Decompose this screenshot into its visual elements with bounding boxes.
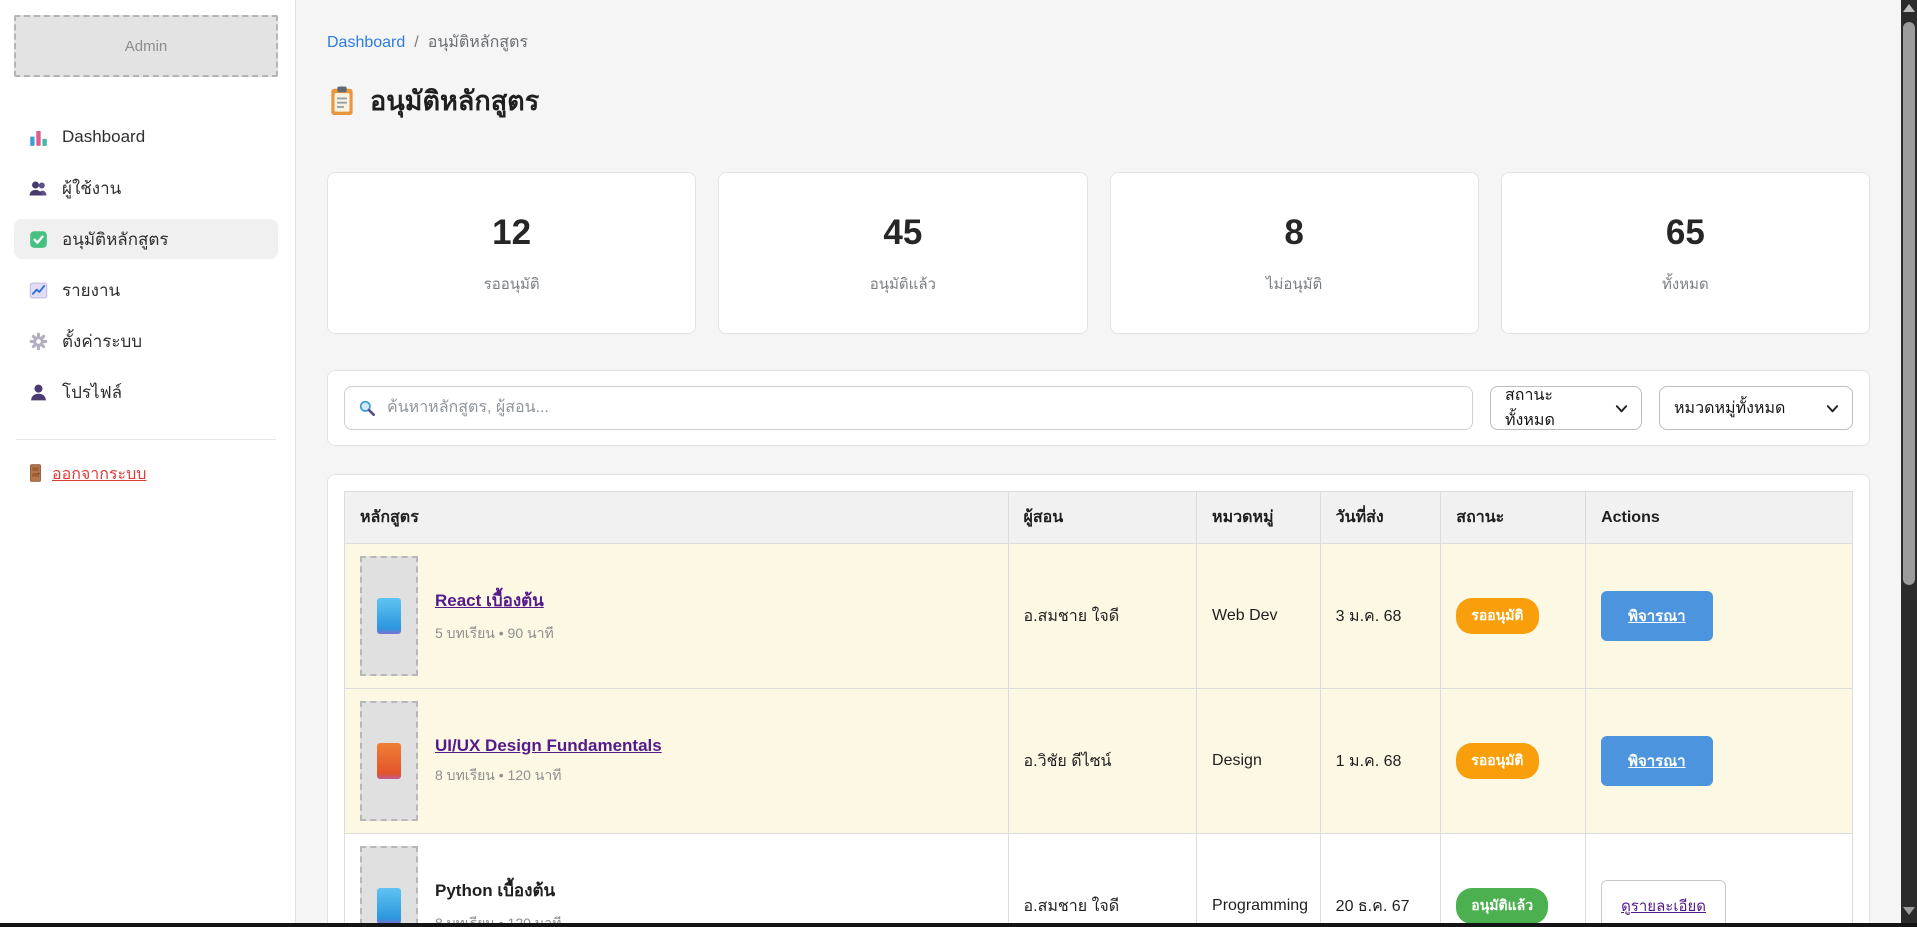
- stat-label: ไม่อนุมัติ: [1266, 272, 1322, 296]
- stat-value: 8: [1284, 215, 1303, 250]
- course-meta: 8 บทเรียน • 120 นาที: [435, 765, 662, 787]
- approve-check-icon: [28, 229, 49, 250]
- col-header-category: หมวดหมู่: [1197, 492, 1321, 544]
- category-cell: Web Dev: [1197, 544, 1321, 689]
- logout-label: ออกจากระบบ: [52, 466, 146, 483]
- sidebar-item-label: อนุมัติหลักสูตร: [62, 226, 169, 253]
- table-row-react: React เบื้องต้น 5 บทเรียน • 90 นาที อ.สม…: [345, 544, 1853, 689]
- breadcrumb-separator: /: [414, 34, 418, 51]
- instructor-cell: อ.สมชาย ใจดี: [1008, 834, 1197, 927]
- col-header-instructor: ผู้สอน: [1008, 492, 1197, 544]
- sidebar-item-label: ตั้งค่าระบบ: [62, 328, 142, 355]
- scrollbar-down-arrow-icon[interactable]: [1903, 907, 1915, 915]
- table-row-uiux: UI/UX Design Fundamentals 8 บทเรียน • 12…: [345, 689, 1853, 834]
- logout-link[interactable]: ออกจากระบบ: [28, 462, 146, 487]
- col-header-actions: Actions: [1586, 492, 1853, 544]
- category-filter-value: หมวดหมู่ทั้งหมด: [1674, 396, 1785, 421]
- course-thumbnail: [360, 846, 418, 927]
- sidebar-item-course-approval[interactable]: อนุมัติหลักสูตร: [14, 219, 278, 259]
- review-button[interactable]: พิจารณา: [1601, 736, 1713, 786]
- instructor-cell: อ.วิชัย ดีไซน์: [1008, 689, 1197, 834]
- status-filter-select[interactable]: สถานะทั้งหมด: [1490, 386, 1642, 430]
- sidebar-item-reports[interactable]: รายงาน: [14, 270, 278, 310]
- orange-square-icon: [377, 743, 401, 779]
- sidebar-item-settings[interactable]: ตั้งค่าระบบ: [14, 321, 278, 361]
- course-thumbnail: [360, 701, 418, 821]
- blue-square-icon: [377, 888, 401, 924]
- sidebar-item-profile[interactable]: โปรไฟล์: [14, 372, 278, 412]
- stat-label: รออนุมัติ: [484, 272, 540, 296]
- breadcrumb-current: อนุมัติหลักสูตร: [428, 34, 528, 51]
- search-input[interactable]: [344, 386, 1473, 430]
- stat-label: อนุมัติแล้ว: [870, 272, 936, 296]
- report-chart-icon: [28, 280, 49, 301]
- course-title: Python เบื้องต้น: [435, 877, 561, 904]
- sidebar-item-label: ผู้ใช้งาน: [62, 175, 121, 202]
- course-meta: 5 บทเรียน • 90 นาที: [435, 623, 554, 645]
- admin-course-approval-page: Admin Dashboard ผู้ใช้งาน อนุมัติหลักสูต…: [0, 0, 1917, 927]
- stat-label: ทั้งหมด: [1662, 272, 1709, 296]
- stat-card-total: 65 ทั้งหมด: [1501, 172, 1870, 334]
- dashboard-icon: [28, 127, 49, 148]
- stat-value: 12: [492, 215, 531, 250]
- category-filter-select[interactable]: หมวดหมู่ทั้งหมด: [1659, 386, 1853, 430]
- page-scrollbar[interactable]: [1901, 0, 1917, 927]
- sidebar-item-label: รายงาน: [62, 277, 120, 304]
- sidebar-item-label: Dashboard: [62, 127, 145, 147]
- sidebar-item-label: โปรไฟล์: [62, 379, 122, 406]
- stat-card-approved: 45 อนุมัติแล้ว: [718, 172, 1087, 334]
- main-content: Dashboard / อนุมัติหลักสูตร อนุมัติหลักสูต…: [296, 0, 1917, 927]
- breadcrumb: Dashboard / อนุมัติหลักสูตร: [327, 30, 1870, 55]
- table-row-python: Python เบื้องต้น 8 บทเรียน • 120 นาที อ.…: [345, 834, 1853, 927]
- instructor-cell: อ.สมชาย ใจดี: [1008, 544, 1197, 689]
- course-title-link[interactable]: UI/UX Design Fundamentals: [435, 736, 662, 756]
- date-cell: 1 ม.ค. 68: [1320, 689, 1441, 834]
- sidebar-item-users[interactable]: ผู้ใช้งาน: [14, 168, 278, 208]
- status-badge: รออนุมัติ: [1456, 598, 1538, 634]
- page-title-text: อนุมัติหลักสูตร: [370, 79, 539, 122]
- blue-square-icon: [377, 598, 401, 634]
- window-bottom-edge: [0, 923, 1917, 927]
- status-filter-value: สถานะทั้งหมด: [1505, 383, 1602, 433]
- stat-card-pending: 12 รออนุมัติ: [327, 172, 696, 334]
- sidebar-item-dashboard[interactable]: Dashboard: [14, 117, 278, 157]
- course-thumbnail: [360, 556, 418, 676]
- scrollbar-up-arrow-icon[interactable]: [1903, 4, 1915, 12]
- col-header-status: สถานะ: [1441, 492, 1586, 544]
- users-icon: [28, 178, 49, 199]
- category-cell: Programming: [1197, 834, 1321, 927]
- breadcrumb-dashboard-link[interactable]: Dashboard: [327, 34, 405, 51]
- course-title-link[interactable]: React เบื้องต้น: [435, 587, 554, 614]
- page-title: อนุมัติหลักสูตร: [327, 79, 1870, 122]
- door-icon: [28, 463, 43, 483]
- filter-bar: สถานะทั้งหมด หมวดหมู่ทั้งหมด: [327, 370, 1870, 446]
- scrollbar-thumb[interactable]: [1903, 22, 1915, 585]
- stat-cards: 12 รออนุมัติ 45 อนุมัติแล้ว 8 ไม่อนุมัติ…: [327, 172, 1870, 334]
- date-cell: 20 ธ.ค. 67: [1320, 834, 1441, 927]
- stat-value: 65: [1666, 215, 1705, 250]
- chevron-down-icon: [1614, 401, 1629, 416]
- courses-table: หลักสูตร ผู้สอน หมวดหมู่ วันที่ส่ง สถานะ…: [344, 491, 1853, 927]
- col-header-date: วันที่ส่ง: [1320, 492, 1441, 544]
- sidebar-divider: [16, 439, 276, 440]
- status-badge: อนุมัติแล้ว: [1456, 888, 1548, 924]
- admin-logo: Admin: [14, 15, 278, 77]
- review-button[interactable]: พิจารณา: [1601, 591, 1713, 641]
- courses-table-card: หลักสูตร ผู้สอน หมวดหมู่ วันที่ส่ง สถานะ…: [327, 474, 1870, 927]
- col-header-course: หลักสูตร: [345, 492, 1009, 544]
- sidebar: Admin Dashboard ผู้ใช้งาน อนุมัติหลักสูต…: [0, 0, 296, 927]
- status-badge: รออนุมัติ: [1456, 743, 1538, 779]
- view-details-button[interactable]: ดูรายละเอียด: [1601, 880, 1726, 927]
- chevron-down-icon: [1825, 401, 1840, 416]
- stat-card-rejected: 8 ไม่อนุมัติ: [1110, 172, 1479, 334]
- search-box: [344, 386, 1473, 430]
- category-cell: Design: [1197, 689, 1321, 834]
- stat-value: 45: [883, 215, 922, 250]
- clipboard-icon: [327, 85, 357, 117]
- gear-icon: [28, 331, 49, 352]
- date-cell: 3 ม.ค. 68: [1320, 544, 1441, 689]
- profile-icon: [28, 382, 49, 403]
